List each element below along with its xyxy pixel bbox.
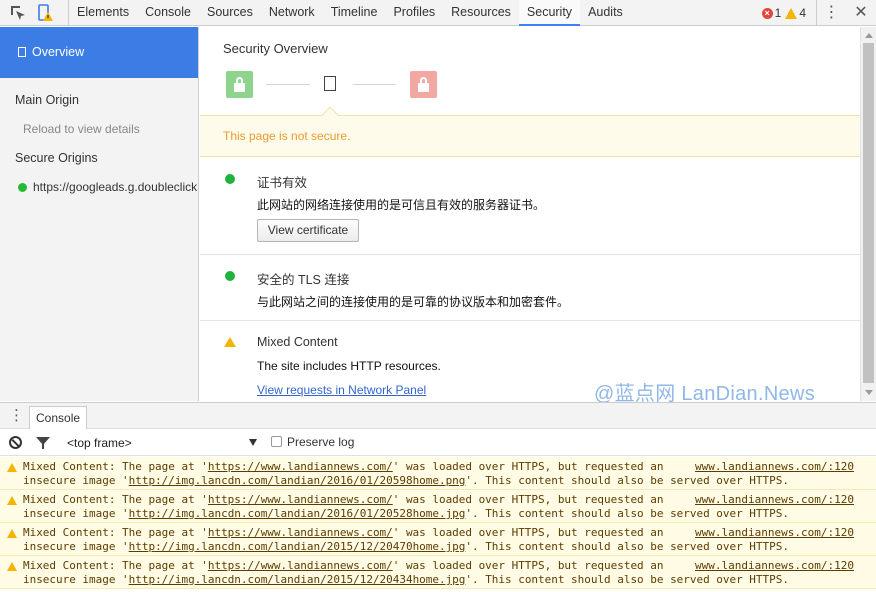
warning-icon[interactable] bbox=[785, 7, 798, 19]
mixed-content-description: The site includes HTTP resources. bbox=[257, 359, 441, 373]
document-icon bbox=[18, 47, 26, 57]
warning-icon bbox=[7, 529, 17, 538]
secure-status-icon bbox=[225, 271, 235, 281]
insecure-lock-icon bbox=[410, 71, 437, 98]
page-url-link[interactable]: https://www.landiannews.com/ bbox=[208, 526, 393, 539]
page-title: Security Overview bbox=[223, 41, 328, 56]
image-url-link[interactable]: http://img.lancdn.com/landian/2015/12/20… bbox=[129, 540, 466, 553]
frame-select[interactable]: <top frame> bbox=[67, 436, 132, 450]
scroll-down-icon[interactable] bbox=[865, 390, 873, 395]
console-message: Mixed Content: The page at 'https://www.… bbox=[0, 523, 876, 556]
drawer-menu-icon[interactable]: ⋮ bbox=[9, 406, 24, 424]
message-line: insecure image 'http://img.lancdn.com/la… bbox=[23, 573, 789, 586]
drawer-tab-console[interactable]: Console bbox=[29, 406, 88, 430]
inspect-element-icon[interactable] bbox=[8, 3, 28, 23]
warning-icon bbox=[7, 562, 17, 571]
sidebar-item-overview[interactable]: Overview bbox=[0, 27, 198, 78]
tab-network[interactable]: Network bbox=[261, 0, 323, 26]
tab-audits[interactable]: Audits bbox=[580, 0, 631, 26]
message-source-link[interactable]: www.landiannews.com/:120 bbox=[695, 526, 854, 539]
page-url-link[interactable]: https://www.landiannews.com/ bbox=[208, 460, 393, 473]
tab-profiles[interactable]: Profiles bbox=[385, 0, 443, 26]
page-url-link[interactable]: https://www.landiannews.com/ bbox=[208, 493, 393, 506]
sidebar-overview-label: Overview bbox=[32, 45, 85, 59]
tab-sources[interactable]: Sources bbox=[199, 0, 261, 26]
close-icon[interactable]: ✕ bbox=[846, 0, 876, 26]
tab-elements[interactable]: Elements bbox=[69, 0, 137, 26]
console-message: Mixed Content: The page at 'https://www.… bbox=[0, 457, 876, 490]
tab-console[interactable]: Console bbox=[137, 0, 199, 26]
certificate-description: 此网站的网络连接使用的是可信且有效的服务器证书。 bbox=[257, 198, 546, 212]
divider bbox=[200, 254, 860, 255]
view-certificate-button[interactable]: View certificate bbox=[257, 219, 359, 242]
tab-resources[interactable]: Resources bbox=[443, 0, 519, 26]
error-count[interactable]: 1 bbox=[775, 6, 782, 20]
security-sidebar: Overview Main Origin Reload to view deta… bbox=[0, 27, 199, 401]
connector-line bbox=[353, 84, 396, 85]
toolbar-status: × 1 4 ⋮ ✕ bbox=[761, 0, 876, 26]
secure-lock-icon bbox=[226, 71, 253, 98]
console-toolbar: <top frame> Preserve log bbox=[0, 429, 876, 456]
message-line: insecure image 'http://img.lancdn.com/la… bbox=[23, 540, 789, 553]
message-line: Mixed Content: The page at 'https://www.… bbox=[23, 526, 664, 539]
clear-console-icon[interactable] bbox=[9, 436, 22, 449]
mixed-content-title: Mixed Content bbox=[257, 335, 338, 349]
error-icon[interactable]: × bbox=[761, 7, 773, 19]
more-options-icon[interactable]: ⋮ bbox=[816, 0, 846, 26]
origin-url: https://googleads.g.doubleclick.net bbox=[33, 180, 198, 194]
console-messages: Mixed Content: The page at 'https://www.… bbox=[0, 457, 876, 592]
connector-line bbox=[266, 84, 310, 85]
device-mode-icon[interactable] bbox=[36, 3, 56, 23]
scroll-thumb[interactable] bbox=[863, 43, 874, 383]
message-source-link[interactable]: www.landiannews.com/:120 bbox=[695, 559, 854, 572]
tab-timeline[interactable]: Timeline bbox=[323, 0, 386, 26]
main-scrollbar[interactable] bbox=[860, 27, 876, 401]
devtools-toolbar: Elements Console Sources Network Timelin… bbox=[0, 0, 876, 26]
message-line: Mixed Content: The page at 'https://www.… bbox=[23, 493, 664, 506]
image-url-link[interactable]: http://img.lancdn.com/landian/2016/01/20… bbox=[129, 474, 466, 487]
sidebar-item-origin[interactable]: https://googleads.g.doubleclick.net bbox=[0, 180, 198, 194]
divider bbox=[200, 320, 860, 321]
secure-dot-icon bbox=[18, 183, 27, 192]
message-source-link[interactable]: www.landiannews.com/:120 bbox=[695, 493, 854, 506]
image-url-link[interactable]: http://img.lancdn.com/landian/2016/01/20… bbox=[129, 507, 466, 520]
chevron-down-icon[interactable] bbox=[249, 439, 257, 446]
console-message: Mixed Content: The page at 'https://www.… bbox=[0, 556, 876, 589]
tab-security[interactable]: Security bbox=[518, 0, 581, 26]
preserve-log-checkbox[interactable] bbox=[271, 436, 282, 447]
drawer-tabbar: ⋮ Console bbox=[0, 402, 876, 430]
certificate-title: 证书有效 bbox=[257, 176, 308, 190]
security-overview-panel: Security Overview This page is not secur… bbox=[200, 27, 860, 401]
tls-description: 与此网站之间的连接使用的是可靠的协议版本和加密套件。 bbox=[257, 295, 570, 309]
secure-origins-heading: Secure Origins bbox=[15, 151, 98, 165]
message-line: Mixed Content: The page at 'https://www.… bbox=[23, 559, 664, 572]
message-line: Mixed Content: The page at 'https://www.… bbox=[23, 460, 664, 473]
tls-title: 安全的 TLS 连接 bbox=[257, 273, 350, 287]
warning-status-icon bbox=[224, 337, 236, 347]
warning-icon bbox=[7, 496, 17, 505]
image-url-link[interactable]: http://img.lancdn.com/landian/2015/12/20… bbox=[129, 573, 466, 586]
message-line: insecure image 'http://img.lancdn.com/la… bbox=[23, 507, 789, 520]
scroll-up-icon[interactable] bbox=[865, 33, 873, 38]
main-origin-heading: Main Origin bbox=[15, 93, 79, 107]
secure-status-icon bbox=[225, 174, 235, 184]
security-summary-banner: This page is not secure. bbox=[200, 115, 860, 157]
warning-icon bbox=[7, 463, 17, 472]
message-line: insecure image 'http://img.lancdn.com/la… bbox=[23, 474, 789, 487]
filter-icon-stem bbox=[42, 443, 44, 449]
preserve-log-label[interactable]: Preserve log bbox=[287, 435, 354, 449]
reload-hint: Reload to view details bbox=[23, 122, 140, 136]
page-document-icon bbox=[324, 76, 336, 91]
view-requests-link[interactable]: View requests in Network Panel bbox=[257, 383, 426, 397]
page-url-link[interactable]: https://www.landiannews.com/ bbox=[208, 559, 393, 572]
warning-count[interactable]: 4 bbox=[799, 6, 806, 20]
message-source-link[interactable]: www.landiannews.com/:120 bbox=[695, 460, 854, 473]
console-message: Mixed Content: The page at 'https://www.… bbox=[0, 490, 876, 523]
panel-tabs: Elements Console Sources Network Timelin… bbox=[68, 0, 631, 26]
